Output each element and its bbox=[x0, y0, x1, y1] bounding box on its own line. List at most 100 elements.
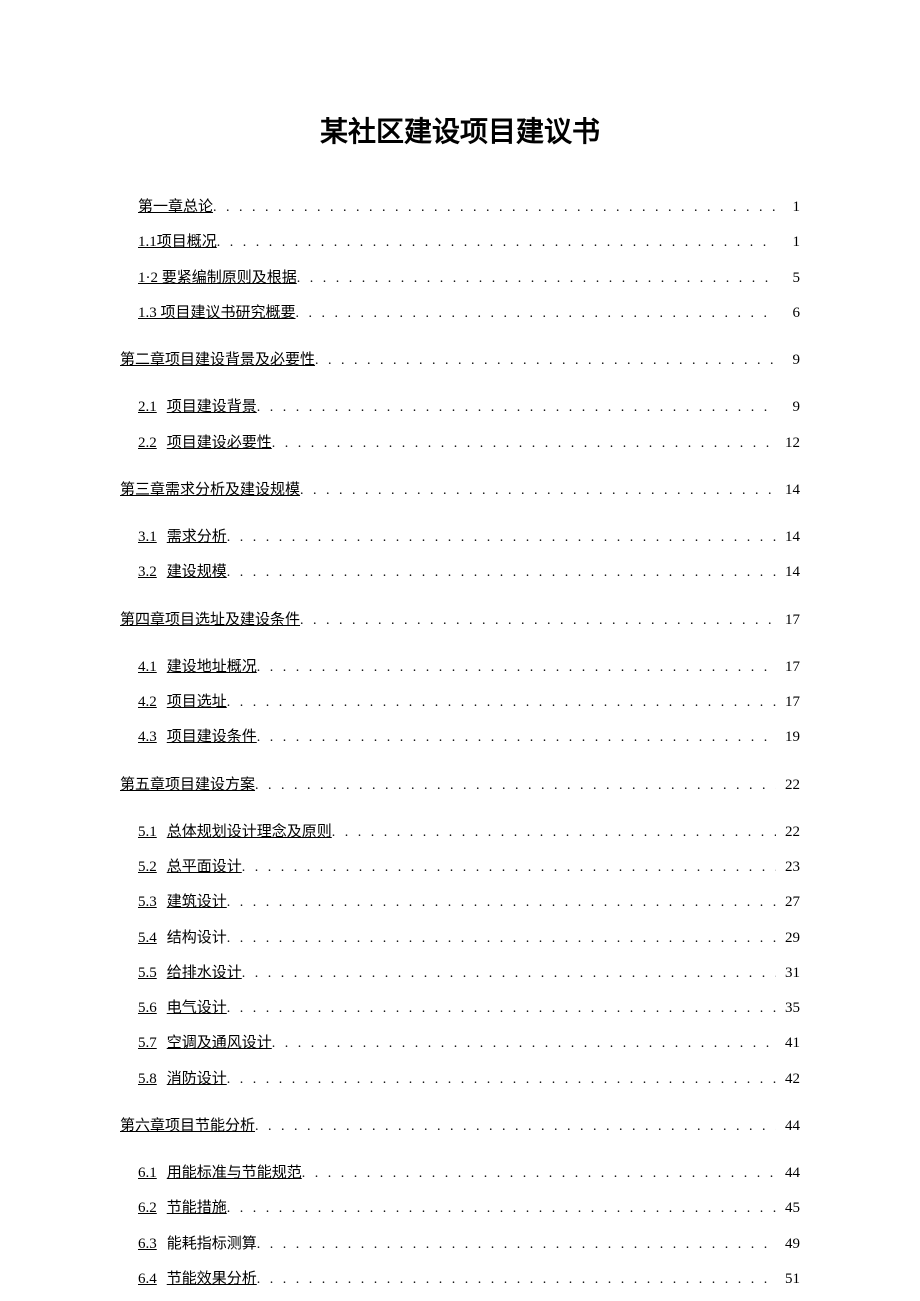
toc-page-number: 42 bbox=[776, 1062, 800, 1097]
toc-number: 5.5 bbox=[138, 956, 157, 991]
toc-label: 建设地址概况 bbox=[167, 650, 257, 685]
toc-spacer bbox=[120, 1097, 800, 1109]
toc-page-number: 29 bbox=[776, 921, 800, 956]
toc-spacer bbox=[120, 591, 800, 603]
toc-spacer bbox=[120, 803, 800, 815]
toc-page-number: 41 bbox=[776, 1026, 800, 1061]
toc-number: 6.1 bbox=[138, 1156, 157, 1191]
toc-page-number: 19 bbox=[776, 720, 800, 755]
toc-number: 5.6 bbox=[138, 991, 157, 1026]
toc-leader-dots bbox=[242, 852, 776, 885]
toc-entry[interactable]: 5.8 消防设计 42 bbox=[138, 1062, 800, 1097]
toc-leader-dots bbox=[300, 605, 776, 638]
toc-number: 5.2 bbox=[138, 850, 157, 885]
toc-entry[interactable]: 4.1建设地址概况17 bbox=[138, 650, 800, 685]
toc-leader-dots bbox=[272, 428, 776, 461]
toc-entry[interactable]: 6.2节能措施45 bbox=[138, 1191, 800, 1226]
toc-leader-dots bbox=[257, 392, 776, 425]
document-title: 某社区建设项目建议书 bbox=[120, 110, 800, 150]
toc-entry[interactable]: 5.2总平面设计23 bbox=[138, 850, 800, 885]
toc-entry[interactable]: 5.5 给排水设计 31 bbox=[138, 956, 800, 991]
toc-spacer bbox=[120, 331, 800, 343]
toc-entry[interactable]: 2.2项目建设必要性12 bbox=[138, 426, 800, 461]
toc-number: 5.4 bbox=[138, 921, 157, 956]
toc-entry[interactable]: 5.6电气设计35 bbox=[138, 991, 800, 1026]
toc-leader-dots bbox=[227, 522, 776, 555]
toc-label: 第一章总论 bbox=[138, 190, 213, 225]
toc-page-number: 31 bbox=[776, 956, 800, 991]
toc-leader-dots bbox=[227, 1064, 776, 1097]
toc-leader-dots bbox=[227, 1193, 776, 1226]
toc-entry[interactable]: 1.1项目概况1 bbox=[138, 225, 800, 260]
toc-label: 第六章项目节能分析 bbox=[120, 1109, 255, 1144]
toc-number: 5.1 bbox=[138, 815, 157, 850]
toc-label: 需求分析 bbox=[167, 520, 227, 555]
toc-page-number: 9 bbox=[776, 390, 800, 425]
toc-page-number: 17 bbox=[776, 650, 800, 685]
toc-entry[interactable]: 2.1项目建设背景9 bbox=[138, 390, 800, 425]
toc-page-number: 17 bbox=[776, 685, 800, 720]
toc-entry[interactable]: 5.7空调及通风设计41 bbox=[138, 1026, 800, 1061]
toc-entry[interactable]: 5.4结构设计29 bbox=[138, 921, 800, 956]
toc-leader-dots bbox=[213, 192, 776, 225]
toc-page-number: 17 bbox=[776, 603, 800, 638]
toc-number: 6.3 bbox=[138, 1227, 157, 1262]
toc-entry[interactable]: 3.1需求分析14 bbox=[138, 520, 800, 555]
toc-spacer bbox=[120, 508, 800, 520]
toc-entry[interactable]: 4.2 项目选址 17 bbox=[138, 685, 800, 720]
toc-label: 节能效果分析 bbox=[167, 1262, 257, 1297]
toc-number: 5.7 bbox=[138, 1026, 157, 1061]
toc-entry[interactable]: 第六章项目节能分析 44 bbox=[120, 1109, 800, 1144]
toc-page-number: 5 bbox=[776, 261, 800, 296]
toc-entry[interactable]: 5.3建筑设计27 bbox=[138, 885, 800, 920]
toc-label: 项目选址 bbox=[167, 685, 227, 720]
toc-page-number: 44 bbox=[776, 1156, 800, 1191]
toc-entry[interactable]: 第一章总论1 bbox=[138, 190, 800, 225]
toc-label: 建设规模 bbox=[167, 555, 227, 590]
toc-entry[interactable]: 6.3能耗指标测算49 bbox=[138, 1227, 800, 1262]
toc-leader-dots bbox=[332, 817, 776, 850]
toc-spacer bbox=[120, 1144, 800, 1156]
toc-entry[interactable]: 第二章项目建设背景及必要性9 bbox=[120, 343, 800, 378]
toc-entry[interactable]: 5.1总体规划设计理念及原则22 bbox=[138, 815, 800, 850]
toc-leader-dots bbox=[227, 887, 776, 920]
toc-entry[interactable]: 6.4 节能效果分析 51 bbox=[138, 1262, 800, 1297]
toc-label: 第三章需求分析及建设规模 bbox=[120, 473, 300, 508]
toc-page-number: 51 bbox=[776, 1262, 800, 1297]
toc-number: 3.1 bbox=[138, 520, 157, 555]
toc-label: 消防设计 bbox=[167, 1062, 227, 1097]
toc-leader-dots bbox=[257, 1229, 776, 1262]
toc-entry[interactable]: 第三章需求分析及建设规模 14 bbox=[120, 473, 800, 508]
toc-leader-dots bbox=[227, 923, 776, 956]
toc-leader-dots bbox=[257, 652, 776, 685]
toc-entry[interactable]: 第五章项目建设方案22 bbox=[120, 768, 800, 803]
toc-entry[interactable]: 4.3 项目建设条件 19 bbox=[138, 720, 800, 755]
toc-leader-dots bbox=[217, 227, 776, 260]
toc-label: 项目建设必要性 bbox=[167, 426, 272, 461]
toc-page-number: 14 bbox=[776, 473, 800, 508]
toc-number: 4.3 bbox=[138, 720, 157, 755]
toc-leader-dots bbox=[255, 770, 776, 803]
toc-entry[interactable]: 第四章项目选址及建设条件17 bbox=[120, 603, 800, 638]
toc-number: 6.4 bbox=[138, 1262, 157, 1297]
toc-entry[interactable]: 1.3 项目建议书研究概要6 bbox=[138, 296, 800, 331]
toc-label: 项目建设条件 bbox=[167, 720, 257, 755]
toc-page-number: 1 bbox=[776, 225, 800, 260]
toc-leader-dots bbox=[296, 298, 776, 331]
toc-label: 第二章项目建设背景及必要性 bbox=[120, 343, 315, 378]
toc-page-number: 12 bbox=[776, 426, 800, 461]
toc-entry[interactable]: 3.2建设规模14 bbox=[138, 555, 800, 590]
toc-number: 5.8 bbox=[138, 1062, 157, 1097]
toc-page-number: 35 bbox=[776, 991, 800, 1026]
toc-leader-dots bbox=[227, 687, 776, 720]
table-of-contents: 第一章总论11.1项目概况11·2 要紧编制原则及根据51.3 项目建议书研究概… bbox=[120, 190, 800, 1297]
toc-entry[interactable]: 1·2 要紧编制原则及根据5 bbox=[138, 261, 800, 296]
toc-leader-dots bbox=[257, 1264, 776, 1297]
toc-entry[interactable]: 6.1用能标准与节能规范44 bbox=[138, 1156, 800, 1191]
toc-spacer bbox=[120, 461, 800, 473]
toc-page-number: 44 bbox=[776, 1109, 800, 1144]
toc-page-number: 23 bbox=[776, 850, 800, 885]
toc-leader-dots bbox=[257, 722, 776, 755]
toc-label: 给排水设计 bbox=[167, 956, 242, 991]
toc-number: 4.2 bbox=[138, 685, 157, 720]
